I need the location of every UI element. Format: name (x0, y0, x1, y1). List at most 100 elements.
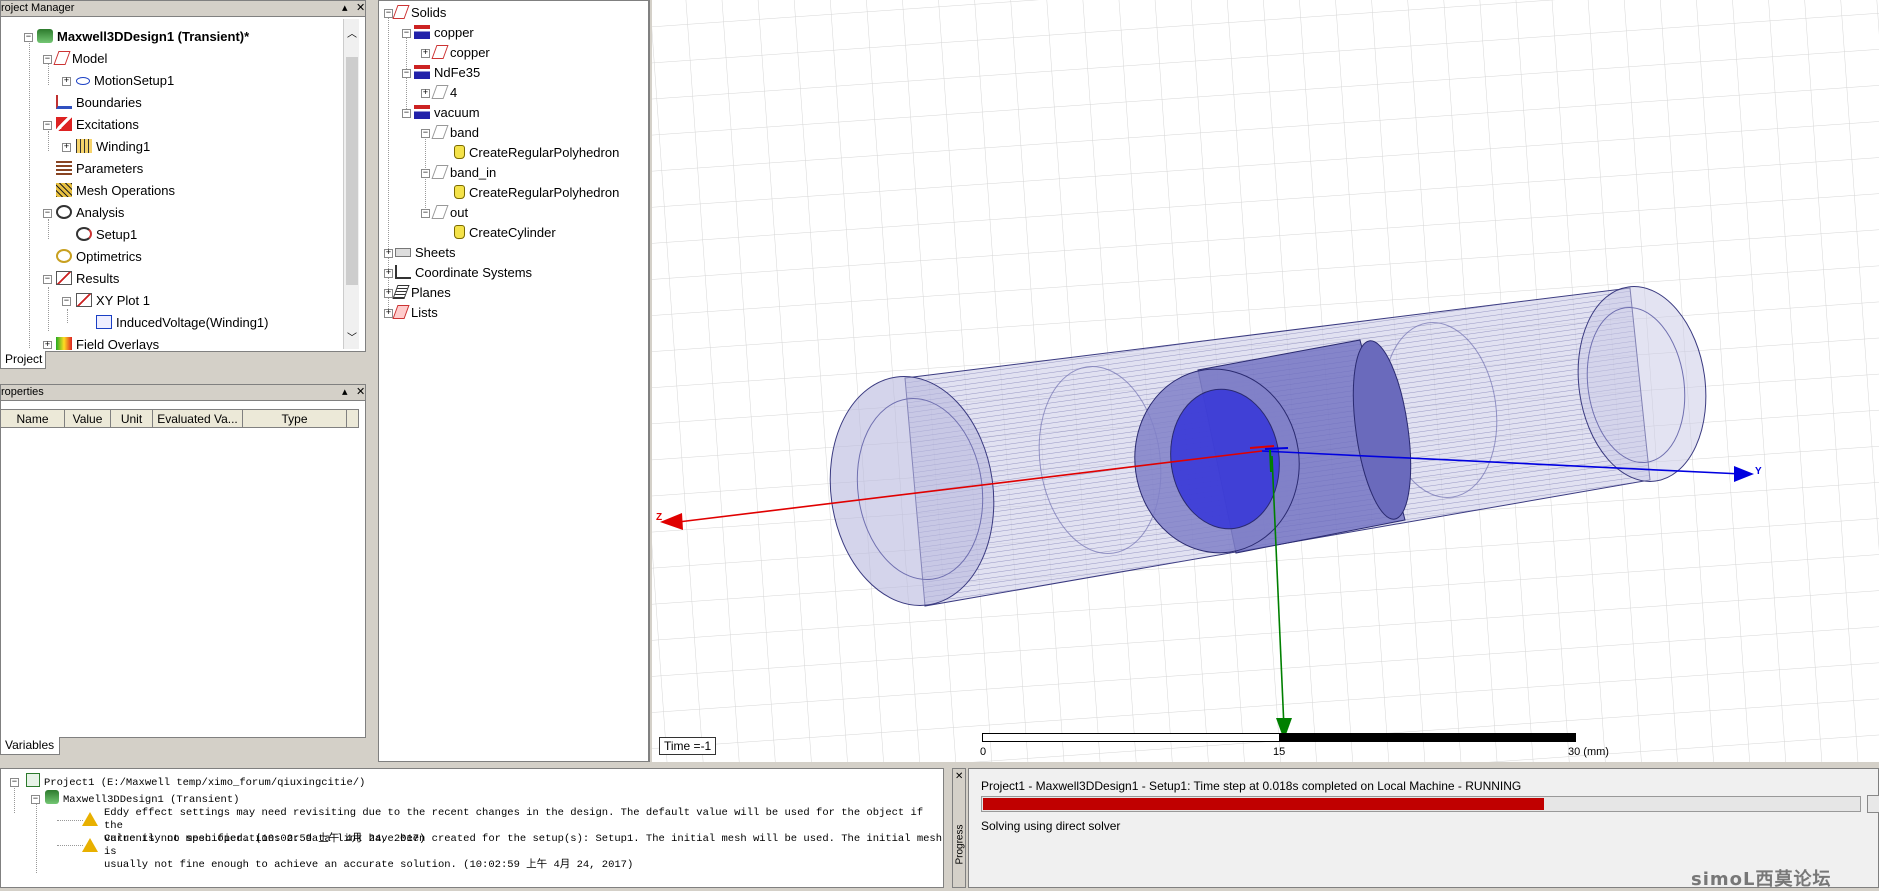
col-evaluated[interactable]: Evaluated Va... (153, 410, 243, 428)
scale-label-mid: 15 (1273, 746, 1286, 758)
scale-bar-white (983, 734, 1279, 741)
expand-coordinate-systems[interactable]: + (384, 269, 393, 278)
tree-field-overlays[interactable]: Field Overlays (56, 336, 159, 350)
viewport-graphics[interactable] (652, 0, 1879, 762)
expand-band[interactable]: − (421, 129, 430, 138)
tree-analysis[interactable]: Analysis (56, 204, 124, 222)
expand-msg-design[interactable]: − (31, 795, 40, 804)
properties-title: roperties (1, 386, 44, 398)
tab-project[interactable]: Project (0, 351, 46, 369)
expand-copper-object[interactable]: + (421, 49, 430, 58)
expand-design[interactable]: − (24, 33, 33, 42)
expand-ndfe35[interactable]: − (402, 69, 411, 78)
msg-design[interactable]: Maxwell3DDesign1 (Transient) (45, 790, 239, 808)
properties-panel: roperties ▴ ✕ Name Value Unit Evaluated … (0, 384, 366, 738)
tree-copper-object[interactable]: copper (431, 44, 490, 62)
project-tree-scrollbar[interactable]: ︿ ﹀ (343, 19, 359, 349)
tree-ndfe35-material[interactable]: NdFe35 (414, 64, 480, 82)
dock-icon[interactable]: ▴ (342, 385, 348, 400)
col-extra (347, 410, 359, 428)
expand-planes[interactable]: + (384, 289, 393, 298)
scroll-up-arrow[interactable]: ︿ (347, 25, 357, 40)
solids-icon (392, 5, 410, 19)
tab-variables[interactable]: Variables (0, 737, 60, 755)
expand-lists[interactable]: + (384, 309, 393, 318)
expand-band-in[interactable]: − (421, 169, 430, 178)
scale-label-start: 0 (980, 746, 987, 758)
tree-lists[interactable]: Lists (392, 304, 438, 322)
xy-plot-icon (76, 293, 92, 307)
tree-setup1[interactable]: Setup1 (76, 226, 137, 244)
results-icon (56, 271, 72, 285)
col-unit[interactable]: Unit (111, 410, 153, 428)
model-icon (53, 51, 71, 65)
col-type[interactable]: Type (243, 410, 347, 428)
expand-excitations[interactable]: − (43, 121, 52, 130)
expand-xyplot[interactable]: − (62, 297, 71, 306)
tree-band-in-create[interactable]: CreateRegularPolyhedron (454, 184, 619, 202)
expand-winding[interactable]: + (62, 143, 71, 152)
tree-solids[interactable]: Solids (392, 4, 446, 22)
expand-solids[interactable]: − (384, 9, 393, 18)
message-panel: − Project1 (E:/Maxwell temp/ximo_forum/q… (0, 768, 944, 888)
tree-band-create[interactable]: CreateRegularPolyhedron (454, 144, 619, 162)
tree-band-in[interactable]: band_in (431, 164, 496, 182)
expand-project1[interactable]: − (10, 778, 19, 787)
tree-create-cylinder[interactable]: CreateCylinder (454, 224, 556, 242)
expand-field-overlays[interactable]: + (43, 341, 52, 350)
col-name[interactable]: Name (1, 410, 65, 428)
axes-icon (395, 265, 411, 279)
close-icon[interactable]: ✕ (356, 1, 365, 16)
field-overlays-icon (56, 337, 72, 350)
tree-optimetrics[interactable]: Optimetrics (56, 248, 142, 266)
lists-icon (392, 305, 410, 319)
tree-boundaries[interactable]: Boundaries (56, 94, 142, 112)
tree-sheets[interactable]: Sheets (395, 244, 455, 262)
maxwell-design-icon (37, 29, 53, 43)
close-icon[interactable]: ✕ (356, 385, 365, 400)
tree-copper-material[interactable]: copper (414, 24, 474, 42)
expand-analysis[interactable]: − (43, 209, 52, 218)
properties-table-header: Name Value Unit Evaluated Va... Type (1, 409, 359, 428)
material-icon (414, 25, 430, 39)
tree-excitations[interactable]: Excitations (56, 116, 139, 134)
expand-vacuum[interactable]: − (402, 109, 411, 118)
object-icon (431, 125, 449, 139)
msg-project1[interactable]: Project1 (E:/Maxwell temp/ximo_forum/qiu… (26, 773, 365, 791)
tree-results[interactable]: Results (56, 270, 119, 288)
3d-viewport[interactable]: Z Y Time =-1 0 15 30 (mm) (652, 0, 1879, 762)
optimetrics-icon (56, 249, 72, 263)
tree-design[interactable]: Maxwell3DDesign1 (Transient)* (37, 28, 249, 46)
expand-model[interactable]: − (43, 55, 52, 64)
col-value[interactable]: Value (65, 410, 111, 428)
tree-object-4[interactable]: 4 (431, 84, 457, 102)
time-label: Time =-1 (659, 737, 717, 755)
dock-icon[interactable]: ▴ (342, 1, 348, 16)
tree-coordinate-systems[interactable]: Coordinate Systems (395, 264, 532, 282)
tree-induced-voltage[interactable]: InducedVoltage(Winding1) (96, 314, 269, 332)
expand-results[interactable]: − (43, 275, 52, 284)
scale-label-end: 30 (mm) (1568, 746, 1609, 758)
close-icon[interactable]: ✕ (955, 771, 963, 782)
expand-object-4[interactable]: + (421, 89, 430, 98)
expand-sheets[interactable]: + (384, 249, 393, 258)
boundaries-icon (56, 95, 72, 109)
tree-winding1[interactable]: Winding1 (76, 138, 150, 156)
tree-vacuum-material[interactable]: vacuum (414, 104, 480, 122)
scroll-down-arrow[interactable]: ﹀ (347, 329, 357, 344)
progress-sub-status: Solving using direct solver (981, 819, 1121, 833)
progress-stop-button[interactable] (1867, 795, 1879, 813)
scroll-thumb[interactable] (346, 57, 358, 285)
tree-planes[interactable]: Planes (392, 284, 451, 302)
tree-band[interactable]: band (431, 124, 479, 142)
tree-motionsetup1[interactable]: MotionSetup1 (76, 72, 174, 90)
tree-mesh-operations[interactable]: Mesh Operations (56, 182, 175, 200)
expand-copper-group[interactable]: − (402, 29, 411, 38)
expand-motionsetup[interactable]: + (62, 77, 71, 86)
tree-parameters[interactable]: Parameters (56, 160, 143, 178)
tree-xy-plot-1[interactable]: XY Plot 1 (76, 292, 150, 310)
tree-out[interactable]: out (431, 204, 468, 222)
expand-out[interactable]: − (421, 209, 430, 218)
tree-model[interactable]: Model (53, 50, 107, 68)
progress-side-label: Progress (954, 824, 966, 865)
